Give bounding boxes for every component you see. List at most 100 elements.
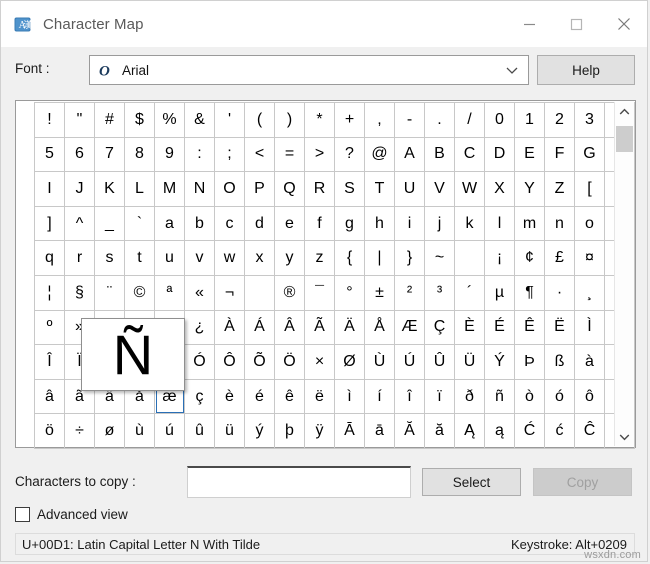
character-cell[interactable]: X bbox=[484, 171, 515, 207]
character-cell[interactable]: é bbox=[244, 378, 275, 415]
character-cell[interactable]: * bbox=[304, 102, 335, 138]
character-cell[interactable]: Ô bbox=[214, 344, 245, 380]
character-cell[interactable]: G bbox=[574, 136, 605, 173]
character-cell[interactable]: à bbox=[574, 344, 605, 380]
character-cell[interactable]: o bbox=[574, 205, 605, 242]
character-cell[interactable]: Õ bbox=[244, 344, 275, 380]
character-cell[interactable]: < bbox=[244, 136, 275, 173]
character-cell[interactable]: 0 bbox=[484, 102, 515, 138]
character-cell[interactable]: = bbox=[274, 136, 305, 173]
character-cell[interactable]: Ý bbox=[484, 344, 515, 380]
character-cell[interactable]: ( bbox=[244, 102, 275, 138]
character-cell[interactable]: Ì bbox=[574, 309, 605, 346]
character-cell[interactable]: / bbox=[454, 102, 485, 138]
character-cell[interactable]: ¦ bbox=[34, 274, 65, 311]
character-cell[interactable]: I bbox=[34, 171, 65, 207]
character-cell[interactable]: n bbox=[544, 205, 575, 242]
character-cell[interactable]: P bbox=[244, 171, 275, 207]
character-cell[interactable]: ß bbox=[544, 344, 575, 380]
advanced-view-checkbox[interactable]: Advanced view bbox=[15, 507, 128, 522]
character-cell[interactable]: · bbox=[544, 274, 575, 311]
character-cell[interactable]: Ó bbox=[184, 344, 215, 380]
character-cell[interactable]: ² bbox=[394, 274, 425, 311]
character-cell[interactable]: b bbox=[184, 205, 215, 242]
character-cell[interactable]: § bbox=[64, 274, 95, 311]
character-cell[interactable]: ³ bbox=[424, 274, 455, 311]
character-cell[interactable]: ¯ bbox=[304, 274, 335, 311]
grid-scrollbar[interactable] bbox=[614, 102, 634, 446]
character-cell[interactable]: # bbox=[94, 102, 125, 138]
character-cell[interactable]: Ã bbox=[304, 309, 335, 346]
character-cell[interactable]: Â bbox=[274, 309, 305, 346]
character-cell[interactable]: i bbox=[394, 205, 425, 242]
help-button[interactable]: Help bbox=[537, 55, 635, 85]
character-cell[interactable]: ` bbox=[124, 205, 155, 242]
character-cell[interactable]: z bbox=[304, 240, 335, 276]
character-cell[interactable]: ò bbox=[514, 378, 545, 415]
character-cell[interactable]: s bbox=[94, 240, 125, 276]
character-cell[interactable]: Ă bbox=[394, 413, 425, 449]
character-cell[interactable]: Ú bbox=[394, 344, 425, 380]
character-cell[interactable]: m bbox=[514, 205, 545, 242]
character-cell[interactable]: ; bbox=[214, 136, 245, 173]
character-cell[interactable]: ñ bbox=[484, 378, 515, 415]
character-cell[interactable]: q bbox=[34, 240, 65, 276]
character-cell[interactable]: 9 bbox=[154, 136, 185, 173]
character-cell[interactable]: × bbox=[304, 344, 335, 380]
character-cell[interactable]: Ć bbox=[514, 413, 545, 449]
character-cell[interactable]: : bbox=[184, 136, 215, 173]
character-cell[interactable]: . bbox=[424, 102, 455, 138]
character-cell[interactable]: N bbox=[184, 171, 215, 207]
character-cell[interactable]: Q bbox=[274, 171, 305, 207]
character-cell[interactable]: ^ bbox=[64, 205, 95, 242]
character-cell[interactable]: % bbox=[154, 102, 185, 138]
character-cell[interactable]: Ĉ bbox=[574, 413, 605, 449]
character-cell[interactable]: À bbox=[214, 309, 245, 346]
character-cell[interactable]: ý bbox=[244, 413, 275, 449]
character-cell[interactable]: ¡ bbox=[484, 240, 515, 276]
character-cell[interactable]: A bbox=[394, 136, 425, 173]
character-cell[interactable]: ® bbox=[274, 274, 305, 311]
character-cell[interactable]: ą bbox=[484, 413, 515, 449]
character-cell[interactable]: + bbox=[334, 102, 365, 138]
character-cell[interactable]: ì bbox=[334, 378, 365, 415]
character-cell[interactable]: Û bbox=[424, 344, 455, 380]
character-cell[interactable]: R bbox=[304, 171, 335, 207]
character-cell[interactable]: ă bbox=[424, 413, 455, 449]
maximize-icon[interactable] bbox=[553, 1, 600, 47]
character-cell[interactable]: U bbox=[394, 171, 425, 207]
character-cell[interactable]: } bbox=[394, 240, 425, 276]
character-cell[interactable]: È bbox=[454, 309, 485, 346]
character-cell[interactable]: g bbox=[334, 205, 365, 242]
chevron-down-icon[interactable] bbox=[615, 427, 634, 446]
character-cell[interactable]: u bbox=[154, 240, 185, 276]
character-cell[interactable]: ā bbox=[364, 413, 395, 449]
character-cell[interactable]: k bbox=[454, 205, 485, 242]
character-cell[interactable]: ª bbox=[154, 274, 185, 311]
close-icon[interactable] bbox=[600, 1, 647, 47]
character-cell[interactable]: { bbox=[334, 240, 365, 276]
character-cell[interactable]: þ bbox=[274, 413, 305, 449]
character-cell[interactable]: Ø bbox=[334, 344, 365, 380]
character-cell[interactable]: ÿ bbox=[304, 413, 335, 449]
character-cell[interactable]: T bbox=[364, 171, 395, 207]
character-cell[interactable]: Î bbox=[34, 344, 65, 380]
character-cell[interactable]: | bbox=[364, 240, 395, 276]
character-cell[interactable]: É bbox=[484, 309, 515, 346]
character-cell[interactable]: y bbox=[274, 240, 305, 276]
character-cell[interactable]: E bbox=[514, 136, 545, 173]
character-cell[interactable]: O bbox=[214, 171, 245, 207]
font-select[interactable]: O Arial bbox=[89, 55, 529, 85]
character-cell[interactable]: _ bbox=[94, 205, 125, 242]
character-cell[interactable]: ´ bbox=[454, 274, 485, 311]
character-cell[interactable]: ¨ bbox=[94, 274, 125, 311]
character-cell[interactable]: ¢ bbox=[514, 240, 545, 276]
character-cell[interactable]: W bbox=[454, 171, 485, 207]
character-cell[interactable] bbox=[454, 240, 485, 276]
character-cell[interactable]: ö bbox=[34, 413, 65, 449]
character-cell[interactable]: ú bbox=[154, 413, 185, 449]
character-cell[interactable]: Ê bbox=[514, 309, 545, 346]
character-cell[interactable]: î bbox=[394, 378, 425, 415]
scroll-thumb[interactable] bbox=[616, 126, 633, 152]
character-cell[interactable]: Z bbox=[544, 171, 575, 207]
